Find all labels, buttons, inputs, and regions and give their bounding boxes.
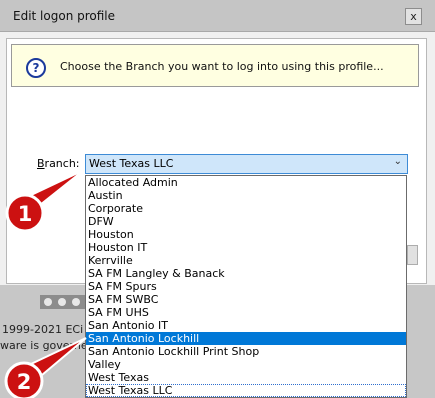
dropdown-option[interactable]: Kerrville — [86, 254, 406, 267]
background-logo — [40, 295, 85, 309]
background-window-right — [407, 285, 435, 398]
background-license-text: ware is governed b — [0, 339, 85, 352]
chevron-down-icon[interactable]: ⌄ — [394, 156, 402, 167]
background-button-edge — [407, 245, 418, 265]
dropdown-option-current[interactable]: West Texas LLC — [86, 384, 406, 397]
dropdown-option[interactable]: Houston — [86, 228, 406, 241]
dropdown-option[interactable]: Austin — [86, 189, 406, 202]
dropdown-option[interactable]: Houston IT — [86, 241, 406, 254]
dropdown-option[interactable]: SA FM SWBC — [86, 293, 406, 306]
dropdown-option[interactable]: Allocated Admin — [86, 176, 406, 189]
dropdown-option-highlighted[interactable]: San Antonio Lockhill — [86, 332, 406, 345]
dropdown-option[interactable]: San Antonio IT — [86, 319, 406, 332]
dropdown-option[interactable]: West Texas — [86, 371, 406, 384]
branch-dropdown-list[interactable]: Allocated Admin Austin Corporate DFW Hou… — [85, 175, 407, 398]
close-button[interactable]: x — [405, 8, 422, 25]
logo-dot — [44, 298, 52, 306]
dropdown-option[interactable]: Valley — [86, 358, 406, 371]
branch-selected-value: West Texas LLC — [89, 157, 174, 170]
dropdown-option[interactable]: Corporate — [86, 202, 406, 215]
title-bar: Edit logon profile x — [0, 0, 435, 32]
dropdown-option[interactable]: SA FM Spurs — [86, 280, 406, 293]
close-icon: x — [410, 10, 417, 23]
dropdown-option[interactable]: DFW — [86, 215, 406, 228]
background-copyright-text: 1999-2021 ECi Sc — [2, 323, 85, 336]
branch-label: Branch: — [37, 157, 80, 170]
window-title: Edit logon profile — [13, 9, 116, 23]
branch-select[interactable]: West Texas LLC ⌄ — [85, 154, 408, 174]
info-box: ? Choose the Branch you want to log into… — [11, 44, 419, 87]
dropdown-option[interactable]: SA FM UHS — [86, 306, 406, 319]
logo-dot — [72, 298, 80, 306]
dropdown-option[interactable]: SA FM Langley & Banack — [86, 267, 406, 280]
logo-dot — [58, 298, 66, 306]
question-icon: ? — [26, 58, 46, 78]
dropdown-option[interactable]: San Antonio Lockhill Print Shop — [86, 345, 406, 358]
info-message: Choose the Branch you want to log into u… — [60, 60, 384, 73]
